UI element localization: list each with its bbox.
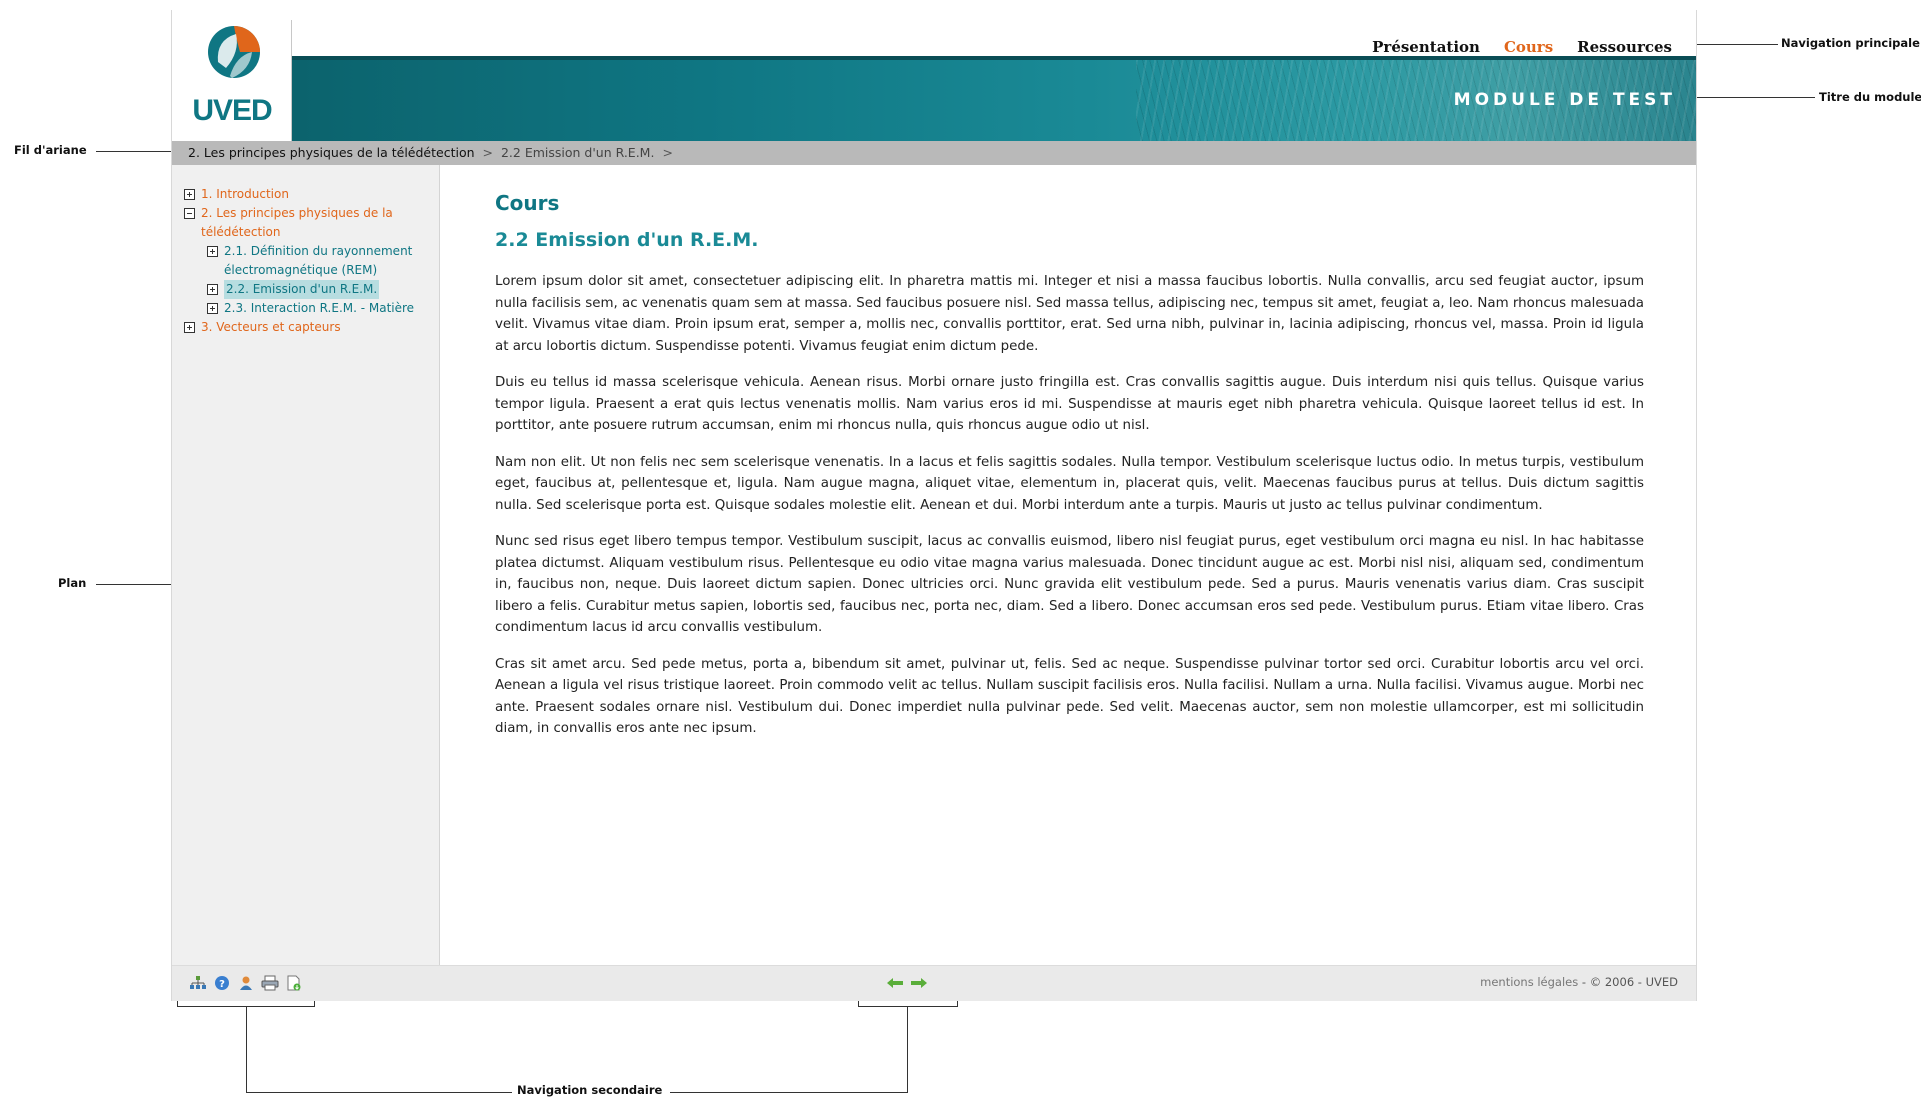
- module-title: MODULE DE TEST: [1453, 90, 1676, 110]
- expand-icon[interactable]: [184, 189, 195, 200]
- logo-text: UVED: [192, 94, 272, 127]
- paragraph: Duis eu tellus id massa scelerisque vehi…: [495, 375, 1644, 433]
- plan-item-label[interactable]: 2. Les principes physiques de la télédét…: [201, 204, 429, 242]
- plan-item-emission-rem[interactable]: 2.2. Emission d'un R.E.M.: [184, 280, 429, 299]
- section-heading: Cours: [495, 191, 560, 215]
- header-banner: MODULE DE TEST: [172, 56, 1696, 146]
- legal-info: mentions légales - © 2006 - UVED: [1480, 975, 1678, 989]
- plan-item-introduction[interactable]: 1. Introduction: [184, 185, 429, 204]
- logo[interactable]: UVED: [172, 10, 292, 142]
- sitemap-icon[interactable]: [188, 973, 208, 993]
- nav-ressources[interactable]: Ressources: [1577, 38, 1672, 56]
- plan-item-vecteurs[interactable]: 3. Vecteurs et capteurs: [184, 318, 429, 337]
- breadcrumb-separator: >: [662, 145, 673, 160]
- arrow-right-icon[interactable]: [910, 974, 928, 993]
- copyright-text: - © 2006 - UVED: [1578, 975, 1678, 989]
- paragraph: Lorem ipsum dolor sit amet, consectetuer…: [495, 274, 1644, 354]
- page-navigation: [886, 974, 928, 993]
- annotation-line: [96, 584, 182, 585]
- annotation-line: [1695, 97, 1815, 98]
- breadcrumb-item-current: 2.2 Emission d'un R.E.M.: [500, 145, 655, 160]
- annotation-bracket: [246, 1006, 247, 1093]
- plan-item-principes[interactable]: 2. Les principes physiques de la télédét…: [184, 204, 429, 242]
- plan-item-label[interactable]: 2.1. Définition du rayonnement électroma…: [224, 242, 429, 280]
- annotation-bracket: [907, 1006, 908, 1093]
- course-plan: 1. Introduction 2. Les principes physiqu…: [172, 165, 440, 965]
- expand-icon[interactable]: [207, 303, 218, 314]
- page-frame: Présentation Cours Ressources MODULE DE …: [171, 10, 1697, 1001]
- annotation-plan: Plan: [58, 576, 87, 590]
- svg-text:?: ?: [219, 979, 225, 990]
- annotation-main-nav: Navigation principale: [1781, 36, 1920, 50]
- page-title: 2.2 Emission d'un R.E.M.: [495, 229, 759, 251]
- user-icon[interactable]: [236, 973, 256, 993]
- plan-item-definition-rem[interactable]: 2.1. Définition du rayonnement électroma…: [184, 242, 429, 280]
- download-icon[interactable]: [284, 973, 304, 993]
- annotation-secondary-nav: Navigation secondaire: [517, 1083, 663, 1097]
- arrow-left-icon[interactable]: [886, 974, 904, 993]
- nav-presentation[interactable]: Présentation: [1372, 38, 1480, 56]
- footer: ? mentions légales - © 2006 - UVED: [172, 965, 1696, 1001]
- annotation-line: [670, 1092, 908, 1093]
- secondary-tools: ?: [188, 973, 304, 993]
- breadcrumb: 2. Les principes physiques de la télédét…: [172, 141, 1696, 165]
- leaf-logo-icon: [208, 26, 260, 78]
- print-icon[interactable]: [260, 973, 280, 993]
- help-icon[interactable]: ?: [212, 973, 232, 993]
- plan-item-label[interactable]: 3. Vecteurs et capteurs: [201, 318, 341, 337]
- plan-item-label[interactable]: 1. Introduction: [201, 185, 289, 204]
- paragraph: Nunc sed risus eget libero tempus tempor…: [495, 534, 1644, 635]
- expand-icon[interactable]: [184, 322, 195, 333]
- plan-item-interaction-rem[interactable]: 2.3. Interaction R.E.M. - Matière: [184, 299, 429, 318]
- expand-icon[interactable]: [207, 284, 218, 295]
- plan-item-label[interactable]: 2.3. Interaction R.E.M. - Matière: [224, 299, 414, 318]
- main-content: Cours 2.2 Emission d'un R.E.M. Lorem ips…: [441, 165, 1696, 965]
- annotation-line: [246, 1092, 512, 1093]
- collapse-icon[interactable]: [184, 208, 195, 219]
- nav-cours[interactable]: Cours: [1504, 38, 1553, 56]
- expand-icon[interactable]: [207, 246, 218, 257]
- breadcrumb-item[interactable]: 2. Les principes physiques de la télédét…: [188, 145, 475, 160]
- annotation-breadcrumb: Fil d'ariane: [14, 143, 87, 157]
- paragraph: Nam non elit. Ut non felis nec sem scele…: [495, 454, 1644, 513]
- annotation-module-title: Titre du module: [1819, 90, 1921, 104]
- annotation-bracket: [858, 1006, 958, 1007]
- legal-mentions-link[interactable]: mentions légales: [1480, 975, 1578, 989]
- plan-item-label-current[interactable]: 2.2. Emission d'un R.E.M.: [224, 280, 380, 299]
- breadcrumb-separator: >: [482, 145, 493, 160]
- paragraph: Cras sit amet arcu. Sed pede metus, port…: [495, 656, 1644, 737]
